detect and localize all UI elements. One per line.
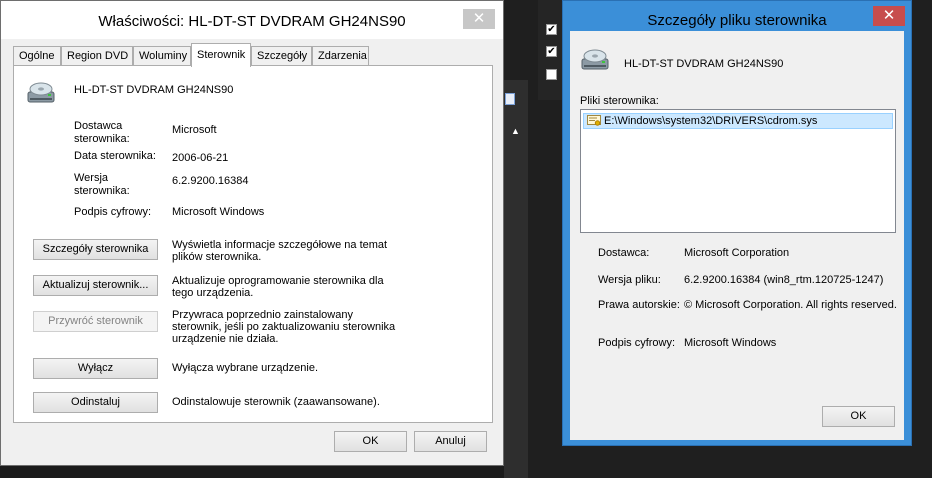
tab-driver[interactable]: Sterownik (191, 43, 251, 67)
uninstall-desc: Odinstalowuje sterownik (zaawansowane). (172, 396, 380, 408)
driver-file-path: E:\Windows\system32\DRIVERS\cdrom.sys (604, 115, 818, 127)
tab-dvd-region[interactable]: Region DVD (61, 46, 133, 66)
uninstall-button[interactable]: Odinstaluj (33, 392, 158, 413)
background-checkbox[interactable]: ✔ (546, 46, 557, 57)
details-client-area: HL-DT-ST DVDRAM GH24NS90 Pliki sterownik… (570, 31, 904, 440)
close-button[interactable]: ✕ (463, 9, 495, 29)
device-name: HL-DT-ST DVDRAM GH24NS90 (74, 84, 234, 96)
background-checkbox[interactable] (546, 69, 557, 80)
copyright-label: Prawa autorskie: (598, 299, 680, 311)
driver-file-details-window: Szczegóły pliku sterownika ✕ HL-DT-ST DV… (562, 0, 912, 446)
file-version-label: Wersja pliku: (598, 274, 661, 286)
dvd-drive-icon (581, 49, 609, 70)
dvd-drive-icon (27, 82, 55, 103)
file-version-value: 6.2.9200.16384 (win8_rtm.120725-1247) (684, 274, 884, 286)
version-label: Wersja sterownika: (74, 172, 130, 197)
provider-value: Microsoft (172, 124, 217, 136)
copyright-value: © Microsoft Corporation. All rights rese… (684, 299, 897, 311)
signer-label: Podpis cyfrowy: (598, 337, 676, 349)
driver-details-desc: Wyświetla informacje szczegółowe na tema… (172, 239, 388, 263)
properties-titlebar: Właściwości: HL-DT-ST DVDRAM GH24NS90 ✕ (1, 1, 503, 39)
tab-details[interactable]: Szczegóły (251, 46, 312, 66)
tab-general[interactable]: Ogólne (13, 46, 61, 66)
disable-device-desc: Wyłącza wybrane urządzenie. (172, 362, 319, 374)
signer-label: Podpis cyfrowy: (74, 206, 152, 218)
background-app-strip (504, 80, 528, 478)
driver-tab-panel: HL-DT-ST DVDRAM GH24NS90 Dostawca sterow… (13, 65, 493, 423)
provider-label: Dostawca sterownika: (74, 120, 130, 145)
version-value: 6.2.9200.16384 (172, 175, 249, 187)
properties-window-title: Właściwości: HL-DT-ST DVDRAM GH24NS90 (98, 13, 406, 30)
update-driver-desc: Aktualizuje oprogramowanie sterownika dl… (172, 275, 384, 299)
rollback-driver-button[interactable]: Przywróć sterownik (33, 311, 158, 332)
details-window-title: Szczegóły pliku sterownika (647, 12, 827, 29)
certificate-icon (587, 115, 601, 126)
signer-value: Microsoft Windows (172, 206, 265, 218)
scroll-up-arrow-icon[interactable]: ▲ (511, 126, 520, 136)
ok-button[interactable]: OK (334, 431, 407, 452)
tab-volumes[interactable]: Woluminy (133, 46, 191, 66)
properties-window: Właściwości: HL-DT-ST DVDRAM GH24NS90 ✕ … (0, 0, 504, 466)
driver-files-label: Pliki sterownika: (580, 95, 659, 107)
driver-details-button[interactable]: Szczegóły sterownika (33, 239, 158, 260)
ok-button[interactable]: OK (822, 406, 895, 427)
date-value: 2006-06-21 (172, 152, 229, 164)
disable-device-button[interactable]: Wyłącz (33, 358, 158, 379)
close-button[interactable]: ✕ (873, 6, 905, 26)
list-item[interactable]: E:\Windows\system32\DRIVERS\cdrom.sys (583, 113, 893, 129)
date-label: Data sterownika: (74, 150, 156, 162)
background-app-icon (505, 93, 515, 105)
driver-files-list[interactable]: E:\Windows\system32\DRIVERS\cdrom.sys (580, 109, 896, 233)
background-checkbox[interactable]: ✔ (546, 24, 557, 35)
provider-label: Dostawca: (598, 247, 650, 259)
tab-events[interactable]: Zdarzenia (312, 46, 369, 66)
cancel-button[interactable]: Anuluj (414, 431, 487, 452)
signer-value: Microsoft Windows (684, 337, 777, 349)
update-driver-button[interactable]: Aktualizuj sterownik... (33, 275, 158, 296)
provider-value: Microsoft Corporation (684, 247, 790, 259)
rollback-driver-desc: Przywraca poprzednio zainstalowany stero… (172, 309, 396, 345)
device-name: HL-DT-ST DVDRAM GH24NS90 (624, 58, 784, 70)
